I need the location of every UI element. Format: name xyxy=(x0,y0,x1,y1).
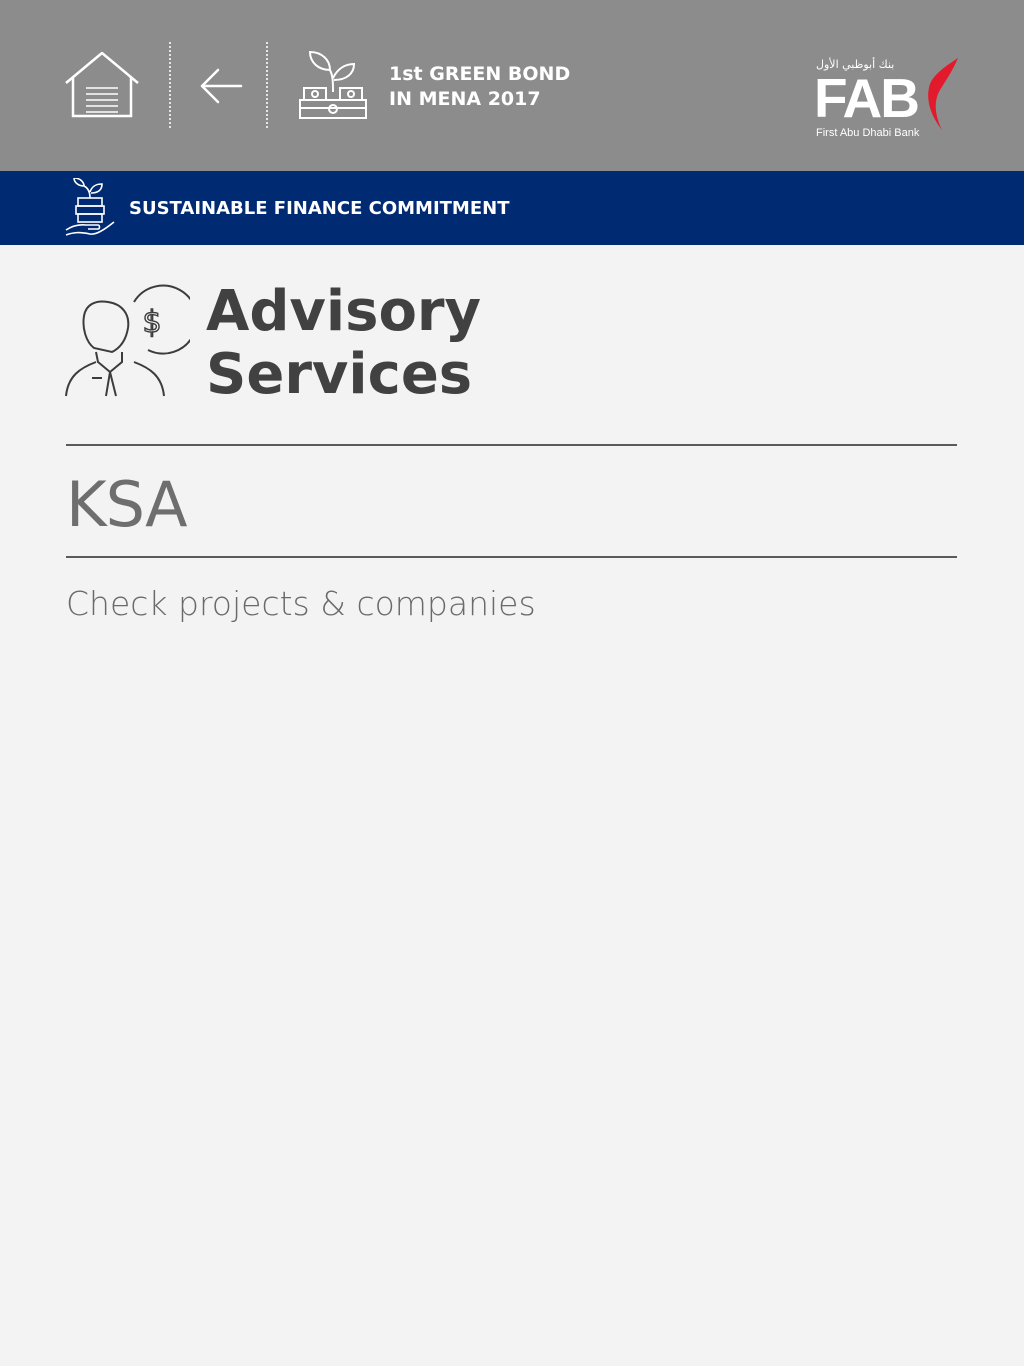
green-bond-label: 1st GREEN BOND IN MENA 2017 xyxy=(389,62,570,112)
divider-top xyxy=(66,444,957,446)
page-title-line2: Services xyxy=(206,342,473,407)
page-title-line1: Advisory xyxy=(206,279,482,344)
logo-subtitle: First Abu Dhabi Bank xyxy=(816,127,920,139)
svg-text:$: $ xyxy=(142,305,161,340)
advisor-dollar-icon: $ xyxy=(64,282,199,400)
header-divider xyxy=(266,42,268,128)
check-projects-link[interactable]: Check projects & companies xyxy=(66,584,536,624)
top-header: 1st GREEN BOND IN MENA 2017 بنك أبوظبي ا… xyxy=(0,0,1024,171)
page-title: Advisory Services xyxy=(206,280,626,406)
divider-bottom xyxy=(66,556,957,558)
home-button[interactable] xyxy=(64,50,140,120)
logo-wordmark: FAB xyxy=(814,67,920,129)
logo-red-mark-icon xyxy=(928,58,958,130)
hand-plant-coins-icon xyxy=(64,177,116,238)
plant-money-icon xyxy=(296,48,370,122)
region-heading: KSA xyxy=(66,468,188,541)
green-bond-line2: IN MENA 2017 xyxy=(389,88,541,110)
fab-logo: بنك أبوظبي الأول FAB First Abu Dhabi Ban… xyxy=(814,56,960,144)
header-divider xyxy=(169,42,171,128)
back-button[interactable] xyxy=(196,64,244,108)
section-title: SUSTAINABLE FINANCE COMMITMENT xyxy=(129,198,510,219)
green-bond-line1: 1st GREEN BOND xyxy=(389,63,571,85)
arrow-left-icon xyxy=(200,68,243,104)
home-icon xyxy=(65,51,139,118)
